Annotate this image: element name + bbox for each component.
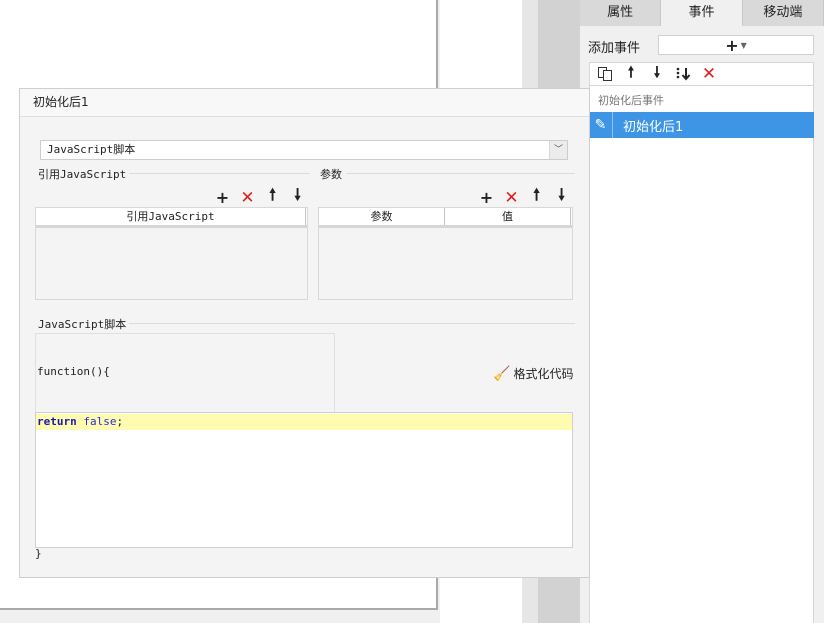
chevron-down-icon[interactable]: ﹀ <box>549 141 567 159</box>
event-list-item[interactable]: ✎ 初始化后1 <box>589 112 814 138</box>
section-divider <box>120 173 310 174</box>
panel-tabs: 属性 事件 移动端 <box>580 0 824 26</box>
code-line[interactable]: return false; <box>36 414 572 430</box>
event-toolbar: 🠕 🠗 ✕ <box>589 62 814 86</box>
move-down-icon[interactable]: 🠗 <box>648 63 666 83</box>
params-label: 参数 <box>320 166 345 182</box>
params-table: 参数 值 <box>318 207 573 300</box>
add-icon[interactable]: + <box>215 188 230 207</box>
script-label: JavaScript脚本 <box>38 316 130 332</box>
event-list <box>589 86 814 623</box>
section-divider <box>346 173 575 174</box>
code-editor[interactable]: return false; <box>35 412 573 548</box>
event-type-value: JavaScript脚本 <box>47 143 136 156</box>
ref-js-column-header[interactable]: 引用JavaScript <box>36 208 306 225</box>
section-divider <box>124 323 575 324</box>
table-header: 参数 值 <box>319 208 572 228</box>
event-type-select[interactable]: JavaScript脚本 ﹀ <box>40 140 568 160</box>
copy-icon[interactable] <box>596 65 614 83</box>
add-event-label: 添加事件 <box>588 41 641 56</box>
delete-icon[interactable]: ✕ <box>504 188 519 208</box>
delete-icon[interactable]: ✕ <box>240 188 255 208</box>
table-header: 引用JavaScript <box>36 208 307 228</box>
code-function-header: function(){ <box>37 365 110 378</box>
move-up-icon[interactable]: 🠕 <box>622 63 640 83</box>
ref-js-table: 引用JavaScript <box>35 207 308 300</box>
param-name-column-header[interactable]: 参数 <box>319 208 445 225</box>
edit-icon[interactable]: ✎ <box>589 112 613 138</box>
chevron-down-icon: ▼ <box>740 40 747 50</box>
add-event-button[interactable]: + ▼ <box>658 35 814 55</box>
tab-properties[interactable]: 属性 <box>580 0 662 26</box>
broom-icon: 🧹 <box>493 365 511 382</box>
event-group-label: 初始化后事件 <box>598 94 664 107</box>
plus-icon: + <box>725 35 739 55</box>
tab-mobile[interactable]: 移动端 <box>742 0 824 26</box>
code-literal-false: false <box>83 415 117 428</box>
tab-events[interactable]: 事件 <box>661 0 743 26</box>
ref-js-label: 引用JavaScript <box>38 166 130 182</box>
code-semicolon: ; <box>116 415 124 428</box>
format-code-button[interactable]: 🧹 格式化代码 <box>493 365 573 382</box>
dialog-title: 初始化后1 <box>20 89 589 117</box>
delete-icon[interactable]: ✕ <box>700 64 718 84</box>
move-bottom-icon[interactable] <box>674 65 692 83</box>
event-item-label: 初始化后1 <box>623 119 684 135</box>
add-icon[interactable]: + <box>479 188 494 207</box>
code-function-close: } <box>35 547 42 560</box>
format-code-label: 格式化代码 <box>513 367 574 381</box>
code-keyword-return: return <box>37 415 77 428</box>
param-value-column-header[interactable]: 值 <box>445 208 571 225</box>
